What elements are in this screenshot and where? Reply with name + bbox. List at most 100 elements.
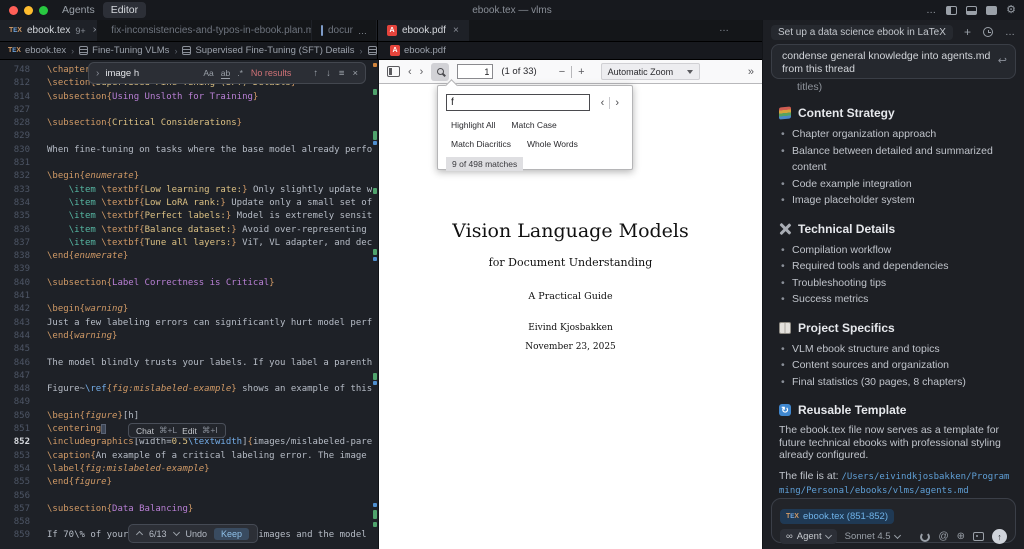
- keep-button[interactable]: Keep: [214, 527, 250, 540]
- whole-word-icon[interactable]: ab: [220, 68, 231, 79]
- pdf-find-icon[interactable]: [431, 62, 450, 81]
- tab-ebook-pdf[interactable]: A ebook.pdf ×: [378, 20, 469, 41]
- toggle-bottom-dock-icon[interactable]: [966, 5, 978, 15]
- editor-line[interactable]: 855 \end{figure}: [0, 476, 372, 489]
- editor-line[interactable]: 834 \item \textbf{Low LoRA rank:} Update…: [0, 197, 372, 210]
- menu-agents[interactable]: Agents: [62, 4, 95, 16]
- context-chip[interactable]: TEX ebook.tex (851-852): [780, 509, 894, 524]
- tab-docur[interactable]: docur …: [312, 20, 377, 41]
- editor-line[interactable]: 842 \begin{warning}: [0, 303, 372, 316]
- editor-line[interactable]: 854 \label{fig:mislabeled-example}: [0, 463, 372, 476]
- thread-title[interactable]: Set up a data science ebook in LaTeX: [771, 24, 953, 40]
- close-window-button[interactable]: [9, 5, 18, 15]
- pane-menu-icon[interactable]: …: [719, 23, 730, 34]
- match-case-option[interactable]: Match Case: [511, 120, 556, 130]
- tab-plan-md[interactable]: fix-inconsistencies-and-typos-in-ebook.p…: [97, 20, 312, 41]
- gear-icon[interactable]: ⚙: [1006, 4, 1016, 16]
- message-editor[interactable]: TEX ebook.tex (851-852) ∞ Agent Sonnet 4…: [771, 498, 1016, 544]
- find-next-icon[interactable]: ›: [610, 97, 624, 109]
- find-prev-icon[interactable]: ‹: [596, 97, 610, 109]
- select-all-matches-icon[interactable]: ≡: [339, 68, 345, 79]
- close-search-icon[interactable]: ×: [352, 68, 358, 79]
- mode-selector[interactable]: ∞ Agent: [780, 529, 837, 544]
- editor-line[interactable]: 832 \begin{enumerate}: [0, 170, 372, 183]
- chat-hint-label[interactable]: Chat: [136, 426, 154, 436]
- tab-ebook-tex[interactable]: TEX ebook.tex 9+ ×: [0, 20, 98, 41]
- editor-scroll-marks[interactable]: [372, 60, 378, 549]
- match-diacritics-option[interactable]: Match Diacritics: [451, 139, 511, 149]
- line-number: 830: [13, 144, 30, 155]
- panel-more-icon[interactable]: …: [1005, 27, 1016, 38]
- match-case-icon[interactable]: Aa: [203, 68, 213, 78]
- history-icon[interactable]: [983, 27, 993, 37]
- editor-line[interactable]: 847: [0, 370, 372, 383]
- editor-line[interactable]: 850 \begin{figure}[h]: [0, 410, 372, 423]
- close-tab-icon[interactable]: ×: [453, 25, 459, 36]
- editor-line[interactable]: 839: [0, 263, 372, 276]
- search-input[interactable]: [105, 67, 198, 79]
- titlebar-more-icon[interactable]: …: [926, 5, 937, 16]
- editor-line[interactable]: 846 The model blindly trusts your labels.…: [0, 357, 378, 370]
- toggle-agent-panel-icon[interactable]: [986, 5, 998, 15]
- new-thread-icon[interactable]: +: [964, 25, 971, 39]
- editor-line[interactable]: 814 \subsection{Using Unsloth for Trainin…: [0, 91, 372, 104]
- editor-line[interactable]: 852 \includegraphics[width=0.5\textwidth]…: [0, 436, 378, 449]
- editor-line[interactable]: 843 Just a few labeling errors can signif…: [0, 317, 378, 330]
- editor-line[interactable]: 844 \end{warning}: [0, 330, 372, 343]
- editor-line[interactable]: 835 \item \textbf{Perfect labels:} Model…: [0, 210, 378, 223]
- tab-overflow-icon[interactable]: …: [358, 26, 367, 36]
- user-message[interactable]: condense general knowledge into agents.m…: [771, 44, 1016, 79]
- mention-icon[interactable]: @: [938, 531, 948, 542]
- editor-line[interactable]: 827: [0, 104, 372, 117]
- editor-line[interactable]: 848 Figure~\ref{fig:mislabeled-example} s…: [0, 383, 372, 396]
- pdf-prev-page-icon[interactable]: ‹: [408, 66, 412, 78]
- minimize-window-button[interactable]: [24, 5, 33, 15]
- editor-line[interactable]: 856: [0, 490, 372, 503]
- send-button[interactable]: ↑: [992, 529, 1007, 544]
- zoom-out-icon[interactable]: −: [559, 66, 565, 78]
- editor-line[interactable]: 831: [0, 157, 372, 170]
- line-number: 831: [13, 158, 30, 169]
- editor-line[interactable]: 833 \item \textbf{Low learning rate:} On…: [0, 184, 378, 197]
- next-edit-icon[interactable]: [172, 528, 180, 537]
- editor-line[interactable]: 830 When fine-tuning on tasks where the b…: [0, 144, 378, 157]
- toggle-left-dock-icon[interactable]: [946, 5, 958, 15]
- code-editor[interactable]: 748\chapter{Fine-Tuning VLMs}812\section…: [0, 60, 378, 549]
- editor-line[interactable]: 828 \subsection{Critical Considerations}: [0, 117, 372, 130]
- editor-line[interactable]: 849: [0, 396, 372, 409]
- editor-line[interactable]: 841: [0, 290, 372, 303]
- zoom-in-icon[interactable]: +: [578, 66, 584, 78]
- pdf-find-input[interactable]: [446, 94, 590, 111]
- prev-match-icon[interactable]: ↑: [313, 68, 318, 79]
- breadcrumb[interactable]: TEX ebook.tex › Fine-Tuning VLMs › Superv…: [0, 42, 378, 59]
- toolbar-overflow-icon[interactable]: »: [748, 66, 754, 78]
- zoom-window-button[interactable]: [39, 5, 48, 15]
- editor-line[interactable]: 836 \item \textbf{Balance dataset:} Avoi…: [0, 224, 378, 237]
- editor-line[interactable]: 840 \subsection{Label Correctness is Crit…: [0, 277, 372, 290]
- pdf-page-input[interactable]: [457, 64, 494, 79]
- highlight-all-option[interactable]: Highlight All: [451, 120, 495, 130]
- web-search-icon[interactable]: ⊕: [957, 531, 965, 542]
- whole-words-option[interactable]: Whole Words: [527, 139, 578, 149]
- pdf-sidebar-toggle-icon[interactable]: [387, 66, 400, 77]
- prev-edit-icon[interactable]: [135, 530, 144, 539]
- editor-line[interactable]: 857 \subsection{Data Balancing}: [0, 503, 372, 516]
- zoom-select[interactable]: Automatic Zoom: [600, 63, 701, 80]
- regex-icon[interactable]: .*: [237, 68, 243, 78]
- expand-search-icon[interactable]: ›: [96, 68, 99, 79]
- model-selector[interactable]: Sonnet 4.5: [845, 531, 901, 542]
- menu-editor[interactable]: Editor: [102, 2, 147, 18]
- edit-hint-label[interactable]: Edit: [182, 426, 197, 436]
- next-match-icon[interactable]: ↓: [326, 68, 331, 79]
- reply-icon[interactable]: ↩: [998, 55, 1007, 68]
- editor-line[interactable]: 853 \caption{An example of a critical lab…: [0, 450, 378, 463]
- editor-line[interactable]: 845: [0, 343, 372, 356]
- undo-button[interactable]: Undo: [186, 529, 208, 539]
- breadcrumb-pdf[interactable]: Aebook.pdf: [378, 42, 762, 59]
- line-number: 814: [13, 91, 30, 102]
- attach-image-icon[interactable]: [973, 532, 984, 541]
- pdf-next-page-icon[interactable]: ›: [420, 66, 424, 78]
- editor-line[interactable]: 838 \end{enumerate}: [0, 250, 372, 263]
- editor-line[interactable]: 829: [0, 130, 372, 143]
- editor-line[interactable]: 837 \item \textbf{Tune all layers:} ViT,…: [0, 237, 378, 250]
